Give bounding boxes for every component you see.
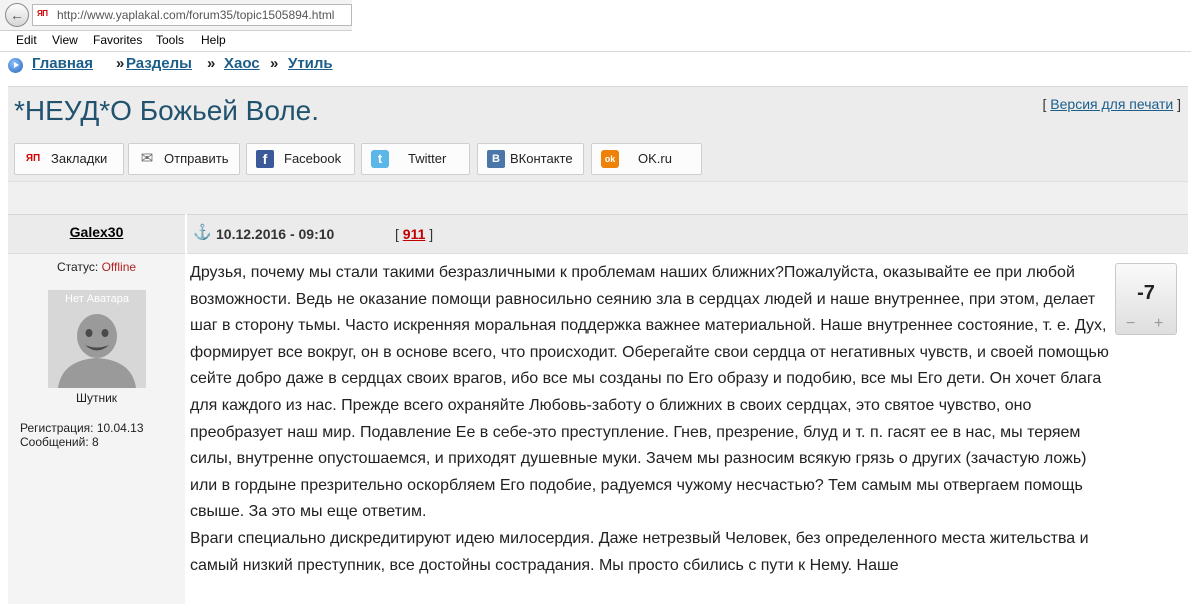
share-okru-button[interactable]: ok OK.ru xyxy=(591,143,702,175)
yaplakal-icon: ЯП xyxy=(25,153,41,164)
menu-bar: Edit View Favorites Tools Help xyxy=(0,31,1191,52)
breadcrumb-chaos-link[interactable]: Хаос xyxy=(224,55,260,72)
back-arrow-icon[interactable]: ← xyxy=(5,3,29,27)
post-date: 10.12.2016 - 09:10 xyxy=(216,226,335,242)
post-paragraph: Друзья, почему мы стали такими безразлич… xyxy=(190,264,1109,521)
breadcrumb-home-link[interactable]: Главная xyxy=(32,55,93,72)
share-facebook-label: Facebook xyxy=(284,151,342,166)
share-okru-label: OK.ru xyxy=(638,151,672,166)
breadcrumb-util-link[interactable]: Утиль xyxy=(288,55,333,72)
menu-favorites[interactable]: Favorites xyxy=(93,33,142,47)
vote-up-button[interactable]: + xyxy=(1154,315,1163,333)
breadcrumb-separator: » xyxy=(207,55,216,72)
rating-widget: -7 − + xyxy=(1115,263,1177,335)
share-email-label: Отправить xyxy=(164,151,229,166)
status-label: Статус: xyxy=(56,260,99,274)
post-number-bracket-close: ] xyxy=(429,226,434,242)
print-version: [ Версия для печати ] xyxy=(1043,96,1181,112)
url-field[interactable]: ЯП http://www.yaplakal.com/forum35/topic… xyxy=(32,4,352,26)
breadcrumb-arrow-icon xyxy=(8,58,23,73)
status-value: Offline xyxy=(101,260,137,274)
address-bar: ← ЯП http://www.yaplakal.com/forum35/top… xyxy=(0,0,352,31)
post-author-panel: Galex30 Статус: Offline Нет Аватара Шутн… xyxy=(8,214,185,604)
breadcrumb-separator: » xyxy=(270,55,279,72)
author-header: Galex30 xyxy=(8,215,185,254)
share-twitter-label: Twitter xyxy=(408,151,447,166)
site-favicon-icon: ЯП xyxy=(37,9,48,18)
anchor-icon[interactable]: ⚓ xyxy=(193,223,212,241)
breadcrumb-sections-link[interactable]: Разделы xyxy=(126,55,192,72)
print-version-link[interactable]: Версия для печати xyxy=(1050,96,1173,112)
print-bracket-open: [ xyxy=(1042,96,1047,112)
menu-help[interactable]: Help xyxy=(201,33,226,47)
post-header: ⚓ 10.12.2016 - 09:10 [ 911 ] xyxy=(187,214,1188,254)
menu-view[interactable]: View xyxy=(52,33,78,47)
share-vkontakte-button[interactable]: B ВКонтакте xyxy=(477,143,584,175)
avatar: Нет Аватара xyxy=(48,290,146,388)
print-bracket-close: ] xyxy=(1177,96,1181,112)
post-paragraph: Враги специально дискредитируют идею мил… xyxy=(190,529,1089,574)
separator-band xyxy=(8,181,1188,214)
share-twitter-button[interactable]: t Twitter xyxy=(361,143,470,175)
post-number: [ 911 ] xyxy=(395,226,433,242)
topic-title: *НЕУД*О Божьей Воле. xyxy=(14,95,320,126)
menu-tools[interactable]: Tools xyxy=(156,33,184,47)
author-name-link[interactable]: Galex30 xyxy=(8,224,185,240)
menu-edit[interactable]: Edit xyxy=(16,33,37,47)
odnoklassniki-icon: ok xyxy=(601,150,619,168)
twitter-icon: t xyxy=(371,150,389,168)
rating-value: -7 xyxy=(1137,282,1155,304)
post-body: Друзья, почему мы стали такими безразлич… xyxy=(190,260,1110,579)
author-stats: Регистрация: 10.04.13 Сообщений: 8 xyxy=(20,421,144,449)
author-rank: Шутник xyxy=(75,391,118,405)
vote-down-button[interactable]: − xyxy=(1126,315,1135,333)
author-status: Статус: Offline xyxy=(8,260,185,274)
share-email-button[interactable]: ✉ Отправить xyxy=(128,143,240,175)
registration-date: Регистрация: 10.04.13 xyxy=(20,421,144,435)
envelope-icon: ✉ xyxy=(140,150,154,167)
post-number-link[interactable]: 911 xyxy=(403,226,426,242)
post-number-bracket-open: [ xyxy=(395,226,399,242)
facebook-icon: f xyxy=(256,150,274,168)
vkontakte-icon: B xyxy=(487,150,505,168)
topic-header: *НЕУД*О Божьей Воле. [ Версия для печати… xyxy=(8,86,1188,181)
breadcrumb-separator: » xyxy=(116,55,125,72)
share-bookmarks-label: Закладки xyxy=(51,151,108,166)
message-count: Сообщений: 8 xyxy=(20,435,99,449)
share-facebook-button[interactable]: f Facebook xyxy=(246,143,355,175)
url-text: http://www.yaplakal.com/forum35/topic150… xyxy=(57,8,335,22)
share-bookmarks-button[interactable]: ЯП Закладки xyxy=(14,143,124,175)
avatar-caption: Нет Аватара xyxy=(65,293,129,305)
share-vkontakte-label: ВКонтакте xyxy=(510,151,573,166)
